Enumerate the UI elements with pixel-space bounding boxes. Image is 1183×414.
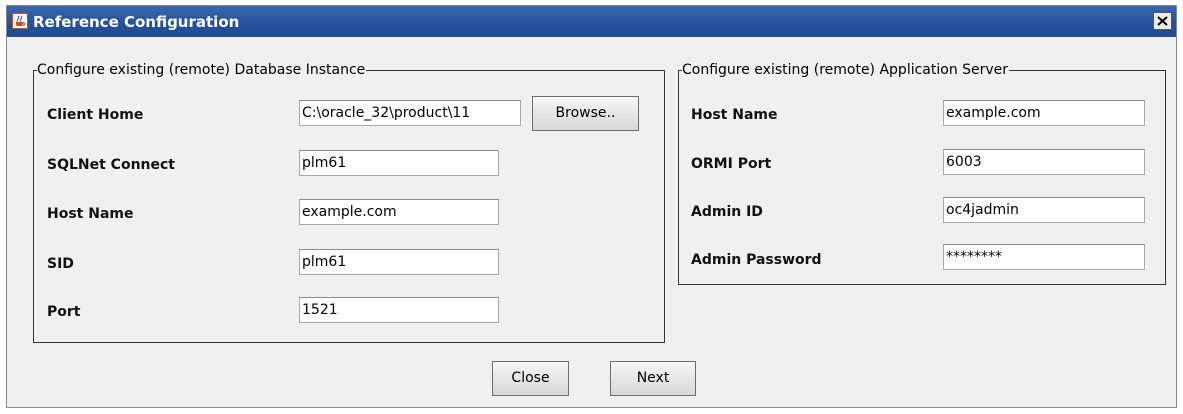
db-host-name-field[interactable] [299, 199, 499, 225]
java-cup-icon [12, 13, 28, 29]
client-home-label: Client Home [47, 107, 144, 123]
dialog-window: Reference Configuration Configure existi… [6, 5, 1177, 408]
db-host-name-label: Host Name [47, 206, 134, 222]
sid-label: SID [47, 256, 74, 272]
ormi-port-field[interactable] [943, 149, 1145, 175]
close-icon [1157, 16, 1168, 26]
ormi-port-label: ORMI Port [691, 156, 772, 172]
sqlnet-connect-field[interactable] [299, 150, 499, 176]
appserver-group-legend: Configure existing (remote) Application … [682, 62, 1009, 78]
admin-id-field[interactable] [943, 197, 1145, 223]
sid-field[interactable] [299, 249, 499, 275]
window-title: Reference Configuration [33, 13, 240, 31]
port-label: Port [47, 304, 81, 320]
close-button[interactable]: Close [492, 361, 569, 396]
admin-password-label: Admin Password [691, 252, 822, 268]
next-button[interactable]: Next [610, 361, 696, 396]
browse-button[interactable]: Browse.. [532, 96, 639, 131]
close-window-button[interactable] [1153, 12, 1172, 30]
title-bar[interactable]: Reference Configuration [7, 6, 1176, 37]
admin-id-label: Admin ID [691, 204, 763, 220]
sqlnet-connect-label: SQLNet Connect [47, 157, 175, 173]
port-field[interactable] [299, 297, 499, 323]
app-host-name-field[interactable] [943, 100, 1145, 126]
app-host-name-label: Host Name [691, 107, 778, 123]
admin-password-field[interactable] [943, 244, 1145, 270]
client-home-field[interactable] [299, 100, 521, 126]
database-group-legend: Configure existing (remote) Database Ins… [37, 62, 366, 78]
